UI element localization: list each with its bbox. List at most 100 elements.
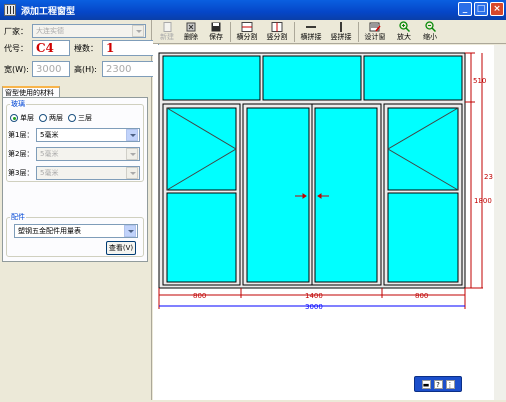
chevron-down-icon bbox=[132, 25, 144, 37]
keyboard-icon[interactable]: ▬ bbox=[421, 379, 431, 389]
glass-pane bbox=[387, 192, 459, 283]
design-canvas[interactable]: 510 1800 2300 800 1400 800 3000 bbox=[153, 45, 506, 400]
delete-button[interactable]: 删除 bbox=[180, 21, 202, 43]
glass-pane bbox=[166, 107, 237, 191]
dimension-middle-width: 1400 bbox=[305, 292, 323, 300]
new-label: 新建 bbox=[160, 33, 174, 41]
layer3-label: 第3层： bbox=[8, 169, 34, 177]
radio-label: 两层 bbox=[49, 114, 63, 122]
split-vertical-button[interactable]: 竖分割 bbox=[263, 21, 291, 43]
split-vertical-label: 竖分割 bbox=[266, 33, 288, 41]
radio-three-layers[interactable]: 三层 bbox=[68, 113, 92, 123]
properties-panel: 厂家： 大连实德 代号： C4 樘数： 1 宽(W): 3000 高(H): 2… bbox=[0, 20, 159, 400]
factory-select[interactable]: 大连实德 bbox=[32, 24, 146, 38]
glass-group-label: 玻璃 bbox=[10, 99, 26, 109]
title-bar: 添加工程窗型 bbox=[0, 0, 506, 20]
zoom-in-icon bbox=[393, 21, 415, 32]
dimension-left-width: 800 bbox=[193, 292, 206, 300]
save-icon bbox=[205, 21, 227, 32]
layer3-value: 5毫米 bbox=[40, 169, 59, 177]
hardware-value: 塑钢五金配件用量表 bbox=[18, 227, 81, 235]
delete-icon bbox=[180, 21, 202, 32]
split-vertical-icon bbox=[263, 21, 291, 32]
join-horizontal-button[interactable]: 横拼接 bbox=[297, 21, 325, 43]
layer3-select[interactable]: 5毫米 bbox=[36, 166, 140, 180]
glass-pane bbox=[166, 192, 237, 283]
glass-pane bbox=[314, 107, 378, 283]
vertical-dimension-lines bbox=[465, 52, 483, 289]
factory-value: 大连实德 bbox=[36, 27, 64, 35]
vertical-scrollbar[interactable] bbox=[494, 45, 506, 400]
input-method-bar[interactable]: ▬ ? ⋮ bbox=[414, 376, 462, 392]
dimension-total-width: 3000 bbox=[305, 303, 323, 311]
minimize-button[interactable]: _ bbox=[458, 2, 472, 16]
zoom-out-icon bbox=[419, 21, 441, 32]
dimension-total-height: 2300 bbox=[484, 173, 493, 181]
design-window-button[interactable]: 设计窗 bbox=[361, 21, 389, 43]
radio-single-layer[interactable]: 单层 bbox=[10, 113, 34, 123]
layer1-select[interactable]: 5毫米 bbox=[36, 128, 140, 142]
join-vertical-label: 竖拼接 bbox=[330, 33, 352, 41]
glass-pane bbox=[246, 107, 310, 283]
dimension-top-height: 510 bbox=[473, 77, 486, 85]
maximize-button[interactable]: □ bbox=[474, 2, 488, 16]
radio-label: 单层 bbox=[20, 114, 34, 122]
count-label: 樘数： bbox=[74, 43, 98, 53]
design-window-icon bbox=[361, 21, 389, 32]
zoom-in-label: 放大 bbox=[397, 33, 411, 41]
join-vertical-icon bbox=[327, 21, 355, 32]
split-horizontal-icon bbox=[233, 21, 261, 32]
radio-dot bbox=[10, 114, 18, 122]
save-button[interactable]: 保存 bbox=[205, 21, 227, 43]
join-vertical-button[interactable]: 竖拼接 bbox=[327, 21, 355, 43]
zoom-out-button[interactable]: 缩小 bbox=[419, 21, 441, 43]
layer2-label: 第2层： bbox=[8, 150, 34, 158]
layer2-value: 5毫米 bbox=[40, 150, 59, 158]
height-label: 高(H): bbox=[74, 64, 97, 74]
chevron-down-icon bbox=[126, 129, 138, 141]
toolbar-separator bbox=[294, 22, 295, 42]
height-input[interactable]: 2300 bbox=[102, 61, 159, 77]
split-horizontal-button[interactable]: 横分割 bbox=[233, 21, 261, 43]
dimension-lower-height: 1800 bbox=[474, 197, 492, 205]
materials-tab-panel: 玻璃 单层 两层 三层 第1层： 5毫米 第2层： 5毫米 第3层： 5毫米 配… bbox=[2, 97, 148, 262]
hardware-group-label: 配件 bbox=[10, 212, 26, 222]
glass-pane bbox=[363, 55, 463, 101]
help-icon[interactable]: ? bbox=[433, 379, 443, 389]
factory-label: 厂家： bbox=[4, 26, 28, 36]
toolbar-separator bbox=[230, 22, 231, 42]
save-label: 保存 bbox=[209, 33, 223, 41]
code-input[interactable]: C4 bbox=[32, 40, 70, 56]
window-drawing: 510 1800 2300 800 1400 800 3000 bbox=[158, 52, 502, 311]
radio-two-layers[interactable]: 两层 bbox=[39, 113, 63, 123]
new-icon bbox=[156, 21, 178, 32]
dimension-right-width: 800 bbox=[415, 292, 428, 300]
zoom-out-label: 缩小 bbox=[423, 33, 437, 41]
layer1-value: 5毫米 bbox=[40, 131, 59, 139]
layer1-label: 第1层： bbox=[8, 131, 34, 139]
toolbar-separator bbox=[358, 22, 359, 42]
join-horizontal-icon bbox=[297, 21, 325, 32]
width-input[interactable]: 3000 bbox=[32, 61, 70, 77]
radio-label: 三层 bbox=[78, 114, 92, 122]
glass-pane bbox=[162, 55, 261, 101]
width-label: 宽(W): bbox=[4, 64, 29, 74]
window-title: 添加工程窗型 bbox=[21, 6, 76, 17]
hardware-select[interactable]: 塑钢五金配件用量表 bbox=[14, 224, 138, 238]
toolbar: 新建 删除 保存 横分割 竖分割 横拼接 竖拼接 设计窗 放大 缩小 bbox=[153, 20, 506, 44]
chevron-down-icon bbox=[124, 225, 136, 237]
zoom-in-button[interactable]: 放大 bbox=[393, 21, 415, 43]
radio-dot bbox=[68, 114, 76, 122]
chevron-down-icon bbox=[126, 167, 138, 179]
layer2-select[interactable]: 5毫米 bbox=[36, 147, 140, 161]
close-button[interactable]: × bbox=[490, 2, 504, 16]
design-window-label: 设计窗 bbox=[364, 33, 386, 41]
new-button[interactable]: 新建 bbox=[156, 21, 178, 43]
view-button[interactable]: 查看(V) bbox=[106, 241, 136, 255]
delete-label: 删除 bbox=[184, 33, 198, 41]
app-icon bbox=[4, 4, 16, 16]
count-input[interactable]: 1 bbox=[102, 40, 159, 56]
join-horizontal-label: 横拼接 bbox=[300, 33, 322, 41]
options-icon[interactable]: ⋮ bbox=[445, 379, 455, 389]
code-label: 代号： bbox=[4, 43, 28, 53]
